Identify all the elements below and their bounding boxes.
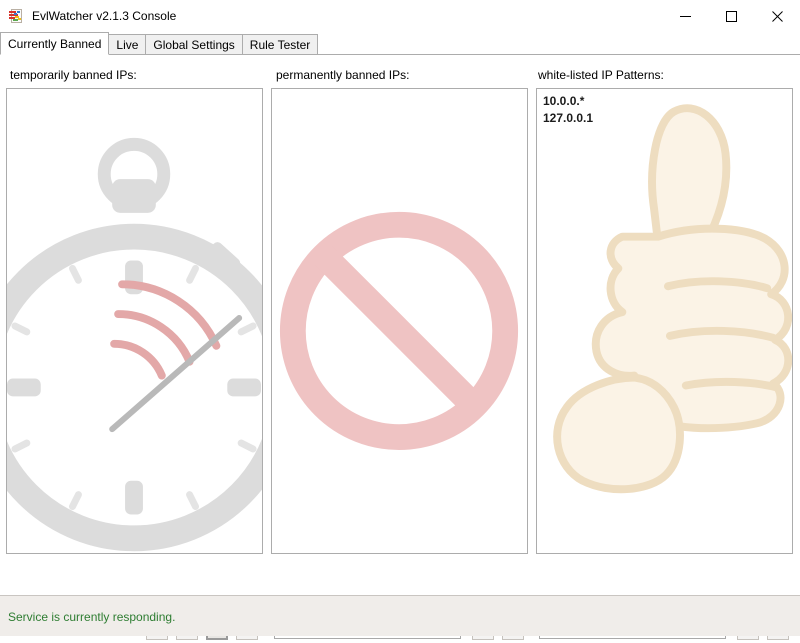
maximize-icon <box>725 10 737 22</box>
tabstrip-divider <box>0 54 800 55</box>
status-bar: Service is currently responding. <box>0 595 800 636</box>
tab-global-settings[interactable]: Global Settings <box>145 34 243 55</box>
permanently-banned-label: permanently banned IPs: <box>276 68 410 82</box>
close-button[interactable] <box>754 0 800 32</box>
window-title: EvlWatcher v2.1.3 Console <box>32 9 177 23</box>
temporarily-banned-list[interactable] <box>6 88 263 554</box>
window-titlebar: EvlWatcher v2.1.3 Console <box>0 0 800 32</box>
whitelisted-patterns-label: white-listed IP Patterns: <box>538 68 664 82</box>
permanently-banned-items <box>272 89 527 93</box>
currently-banned-page: temporarily banned IPs: permanently bann… <box>0 55 800 640</box>
no-entry-icon <box>272 89 527 553</box>
tab-currently-banned[interactable]: Currently Banned <box>0 32 110 55</box>
tab-live[interactable]: Live <box>108 34 147 55</box>
permanently-banned-list[interactable] <box>271 88 528 554</box>
stopwatch-icon <box>7 89 262 553</box>
whitelisted-patterns-list[interactable]: 10.0.0.* 127.0.0.1 <box>536 88 793 554</box>
temporarily-banned-items <box>7 89 262 93</box>
close-icon <box>771 10 783 22</box>
service-status-text: Service is currently responding. <box>8 610 176 624</box>
tabstrip: Currently Banned Live Global Settings Ru… <box>0 32 800 55</box>
minimize-icon <box>679 15 691 17</box>
maximize-button[interactable] <box>708 0 754 32</box>
evlwatcher-app-icon <box>8 8 24 24</box>
thumbs-up-icon <box>537 89 792 553</box>
list-item[interactable]: 10.0.0.* <box>543 93 786 110</box>
window-controls <box>662 0 800 32</box>
whitelisted-pattern-items: 10.0.0.* 127.0.0.1 <box>537 89 792 127</box>
minimize-button[interactable] <box>662 0 708 32</box>
temporarily-banned-label: temporarily banned IPs: <box>10 68 137 82</box>
tab-rule-tester[interactable]: Rule Tester <box>241 34 319 55</box>
list-item[interactable]: 127.0.0.1 <box>543 110 786 127</box>
